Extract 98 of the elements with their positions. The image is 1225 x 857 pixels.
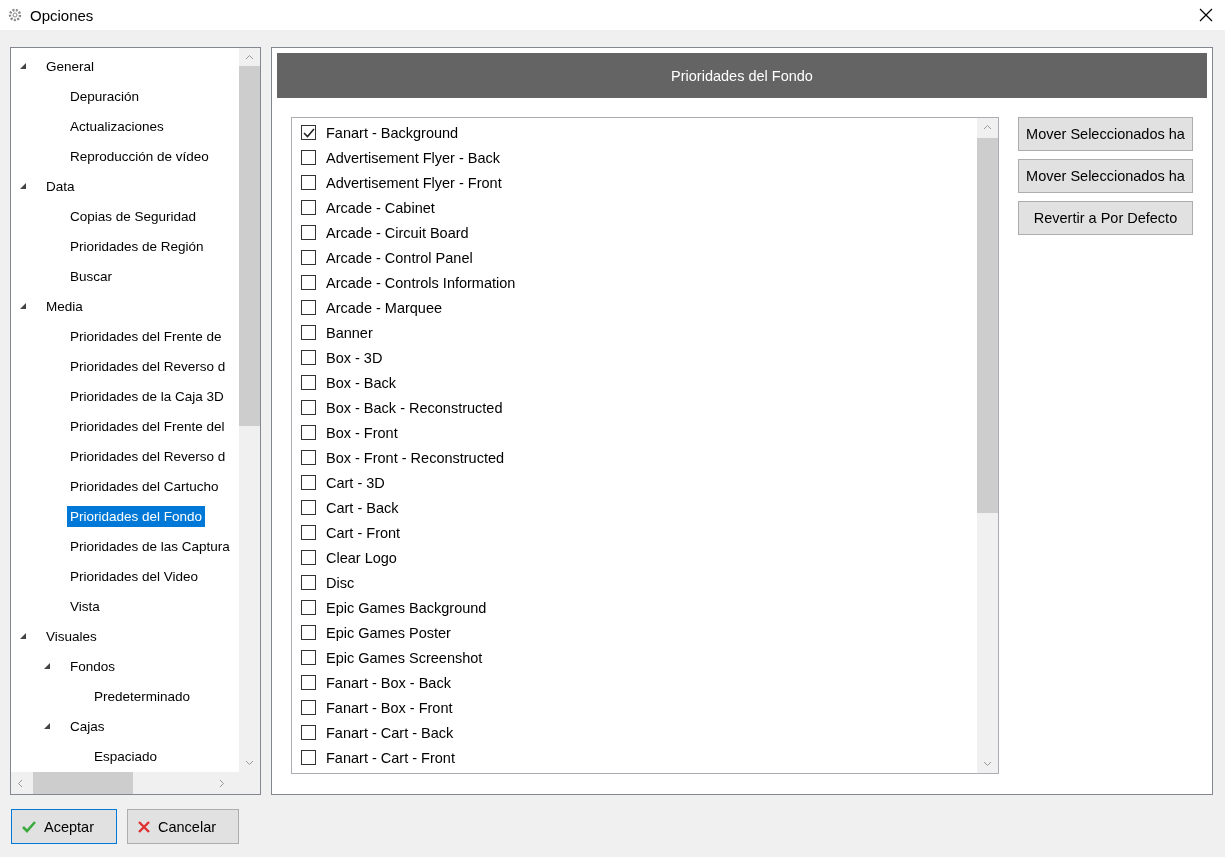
checkbox[interactable] (301, 600, 316, 615)
checkbox-label: Fanart - Box - Front (326, 699, 453, 716)
tree-item[interactable]: Media (43, 295, 86, 317)
expanded-triangle-icon[interactable] (19, 632, 27, 640)
checkbox[interactable] (301, 550, 316, 565)
checkbox[interactable] (301, 225, 316, 240)
tree-item[interactable]: Copias de Seguridad (67, 205, 200, 227)
cancel-button[interactable]: Cancelar (127, 809, 239, 844)
tree-item[interactable]: Buscar (67, 265, 116, 287)
checkbox-label: Advertisement Flyer - Front (326, 174, 502, 191)
tree-item[interactable]: Prioridades del Cartucho (67, 475, 222, 497)
tree-item[interactable]: Prioridades de la Caja 3D (67, 385, 227, 407)
gear-icon (8, 8, 22, 22)
checkbox-label: Disc (326, 574, 355, 591)
checkbox[interactable] (301, 625, 316, 640)
scrollbar-thumb[interactable] (977, 138, 998, 513)
checkbox-label: Box - Front (326, 424, 398, 441)
checkbox[interactable] (301, 525, 316, 540)
checkbox[interactable] (301, 350, 316, 365)
tree-item[interactable]: Prioridades de las Captura (67, 535, 233, 557)
tree-item[interactable]: Prioridades de Región (67, 235, 207, 257)
checkbox[interactable] (301, 200, 316, 215)
checkbox[interactable] (301, 700, 316, 715)
expanded-triangle-icon[interactable] (19, 62, 27, 70)
checkbox[interactable] (301, 400, 316, 415)
checkbox-label: Cart - 3D (326, 474, 385, 491)
tree-item[interactable]: Reproducción de vídeo (67, 145, 212, 167)
checkbox-label: Epic Games Poster (326, 624, 451, 641)
tree-item[interactable]: Data (43, 175, 78, 197)
expanded-triangle-icon[interactable] (19, 302, 27, 310)
expanded-triangle-icon[interactable] (43, 662, 51, 670)
tree-item[interactable]: Prioridades del Fondo (67, 505, 206, 527)
checkbox-label: Clear Logo (326, 549, 397, 566)
checkbox-label: Box - Front - Reconstructed (326, 449, 505, 466)
checkbox[interactable] (301, 450, 316, 465)
checkbox[interactable] (301, 275, 316, 290)
checkbox-label: Box - Back - Reconstructed (326, 399, 503, 416)
tree-item[interactable]: Vista (67, 595, 103, 617)
checkbox-label: Epic Games Screenshot (326, 649, 483, 666)
checkbox-label: Arcade - Circuit Board (326, 224, 469, 241)
checkbox[interactable] (301, 725, 316, 740)
close-icon[interactable] (1199, 8, 1213, 22)
checkbox-label: Cart - Back (326, 499, 399, 516)
vertical-scrollbar[interactable] (239, 48, 260, 772)
checkbox-label: Cart - Front (326, 524, 401, 541)
checkmark-icon (22, 820, 36, 833)
tree-item[interactable]: Prioridades del Reverso d (67, 355, 229, 377)
checkbox-label: Fanart - Box - Back (326, 674, 451, 691)
checkbox[interactable] (301, 175, 316, 190)
checkbox[interactable] (301, 475, 316, 490)
tree-item[interactable]: Prioridades del Frente de (67, 325, 225, 347)
tree-item[interactable]: Prioridades del Video (67, 565, 202, 587)
checkbox-label: Fanart - Cart - Back (326, 724, 454, 741)
checkbox[interactable] (301, 425, 316, 440)
accept-button[interactable]: Aceptar (11, 809, 117, 844)
checkbox-label: Fanart - Cart - Front (326, 749, 455, 766)
vertical-scrollbar[interactable] (977, 118, 998, 773)
checkbox[interactable] (301, 150, 316, 165)
checkbox[interactable] (301, 750, 316, 765)
tree-item[interactable]: Depuración (67, 85, 143, 107)
checkbox[interactable] (301, 575, 316, 590)
checkbox-label: Arcade - Controls Information (326, 274, 516, 291)
checkbox-label: Advertisement Flyer - Back (326, 149, 501, 166)
tree-item[interactable]: Cajas (67, 715, 108, 737)
scrollbar-thumb[interactable] (33, 772, 133, 794)
checkbox[interactable] (301, 250, 316, 265)
checkbox[interactable] (301, 500, 316, 515)
window-title: Opciones (30, 6, 94, 24)
checkbox[interactable] (301, 125, 316, 140)
expanded-triangle-icon[interactable] (43, 722, 51, 730)
checkbox[interactable] (301, 325, 316, 340)
tree-item[interactable]: Prioridades del Reverso d (67, 445, 229, 467)
tree-item[interactable]: Prioridades del Frente del (67, 415, 228, 437)
tree-item[interactable]: General (43, 55, 98, 77)
cross-icon (138, 820, 150, 833)
checkbox-label: Epic Games Background (326, 599, 487, 616)
checkbox-label: Arcade - Marquee (326, 299, 443, 316)
scrollbar-thumb[interactable] (239, 66, 260, 426)
tree-item[interactable]: Espaciado (91, 745, 161, 767)
tree-item[interactable]: Predeterminado (91, 685, 194, 707)
checkbox[interactable] (301, 650, 316, 665)
checkbox-label: Arcade - Cabinet (326, 199, 435, 216)
expanded-triangle-icon[interactable] (19, 182, 27, 190)
checkbox[interactable] (301, 300, 316, 315)
checkbox-label: Banner (326, 324, 373, 341)
checkbox-label: Box - 3D (326, 349, 383, 366)
checkbox-label: Box - Back (326, 374, 397, 391)
checkbox-label: Arcade - Control Panel (326, 249, 473, 266)
action-button[interactable]: Mover Seleccionados ha (1018, 117, 1193, 151)
tree-item[interactable]: Fondos (67, 655, 119, 677)
tree-item[interactable]: Actualizaciones (67, 115, 167, 137)
checkbox-label: Fanart - Background (326, 124, 459, 141)
tree-item[interactable]: Visuales (43, 625, 100, 647)
action-button[interactable]: Revertir a Por Defecto (1018, 201, 1193, 235)
section-header: Prioridades del Fondo (277, 53, 1207, 98)
checkbox[interactable] (301, 675, 316, 690)
checkbox[interactable] (301, 375, 316, 390)
action-button[interactable]: Mover Seleccionados ha (1018, 159, 1193, 193)
